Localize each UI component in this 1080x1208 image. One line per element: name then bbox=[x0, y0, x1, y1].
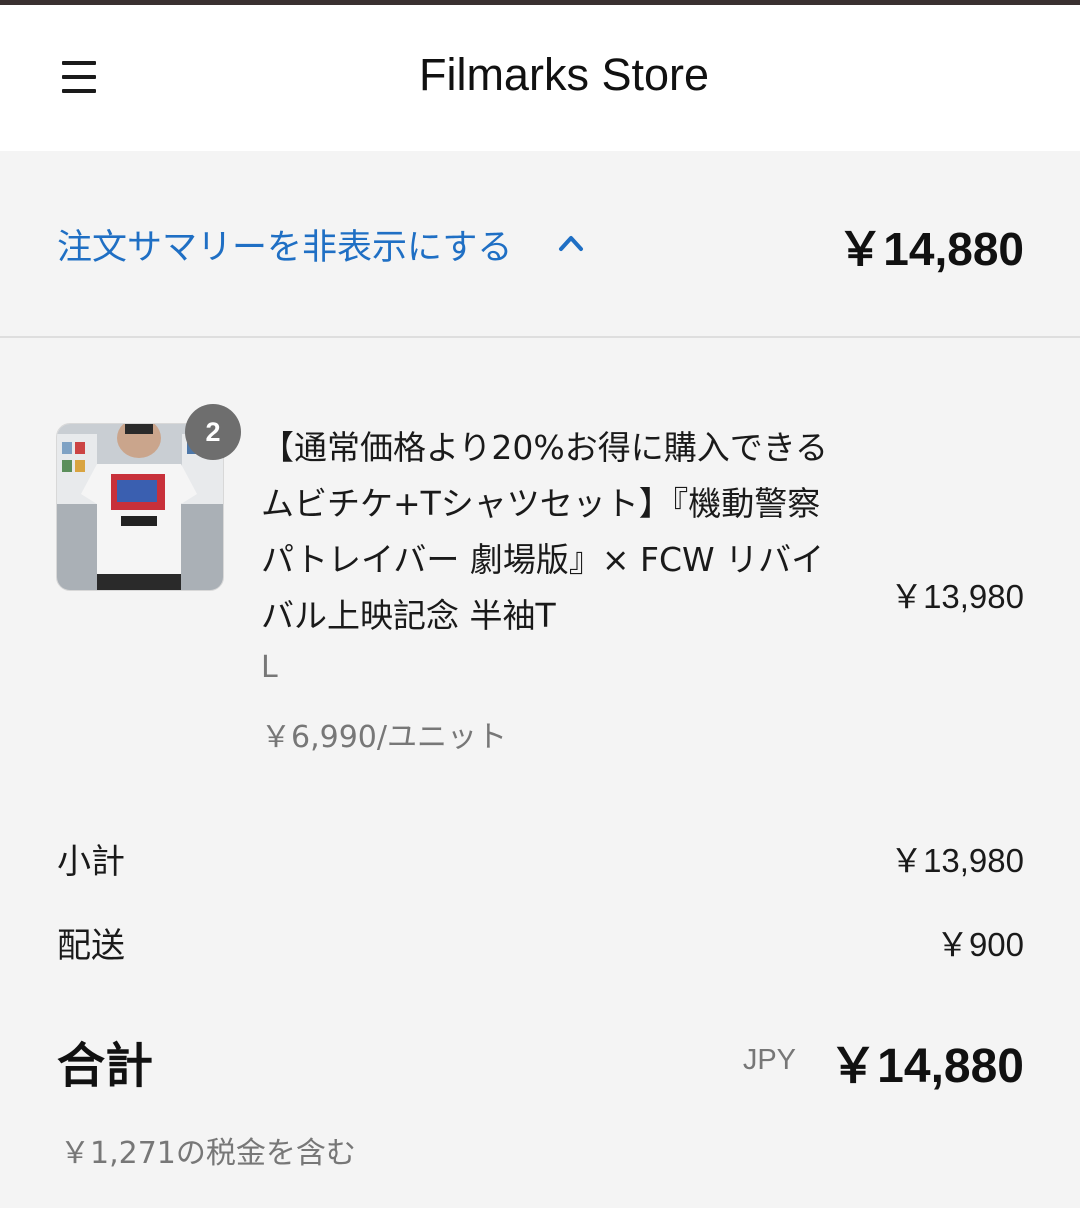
chevron-up-icon[interactable] bbox=[558, 233, 584, 253]
total-value: ￥14,880 bbox=[829, 1040, 1024, 1093]
product-title: 【通常価格より20%お得に購入できるムビチケ+Tシャツセット】『機動警察パトレイ… bbox=[261, 428, 829, 635]
currency-code: JPY bbox=[742, 1044, 796, 1076]
hide-summary-toggle[interactable]: 注文サマリーを非表示にする bbox=[57, 219, 512, 270]
summary-total-price: ￥14,880 bbox=[837, 223, 1024, 275]
quantity-badge: 2 bbox=[185, 404, 241, 460]
product-variant: L bbox=[261, 650, 278, 685]
order-summary-bar: 注文サマリーを非表示にする ￥14,880 bbox=[0, 151, 1080, 336]
line-item-price: ￥13,980 bbox=[890, 578, 1024, 615]
total-label: 合計 bbox=[57, 1038, 154, 1094]
shipping-label: 配送 bbox=[57, 926, 125, 966]
subtotal-label: 小計 bbox=[57, 842, 125, 882]
tax-note: ￥1,271の税金を含む bbox=[60, 1136, 356, 1171]
app-header: Filmarks Store bbox=[0, 5, 1080, 151]
subtotal-value: ￥13,980 bbox=[890, 842, 1024, 879]
unit-price: ￥6,990/ユニット bbox=[261, 720, 507, 755]
shipping-value: ￥900 bbox=[935, 926, 1024, 963]
divider bbox=[0, 336, 1080, 338]
store-title[interactable]: Filmarks Store bbox=[0, 49, 1080, 101]
